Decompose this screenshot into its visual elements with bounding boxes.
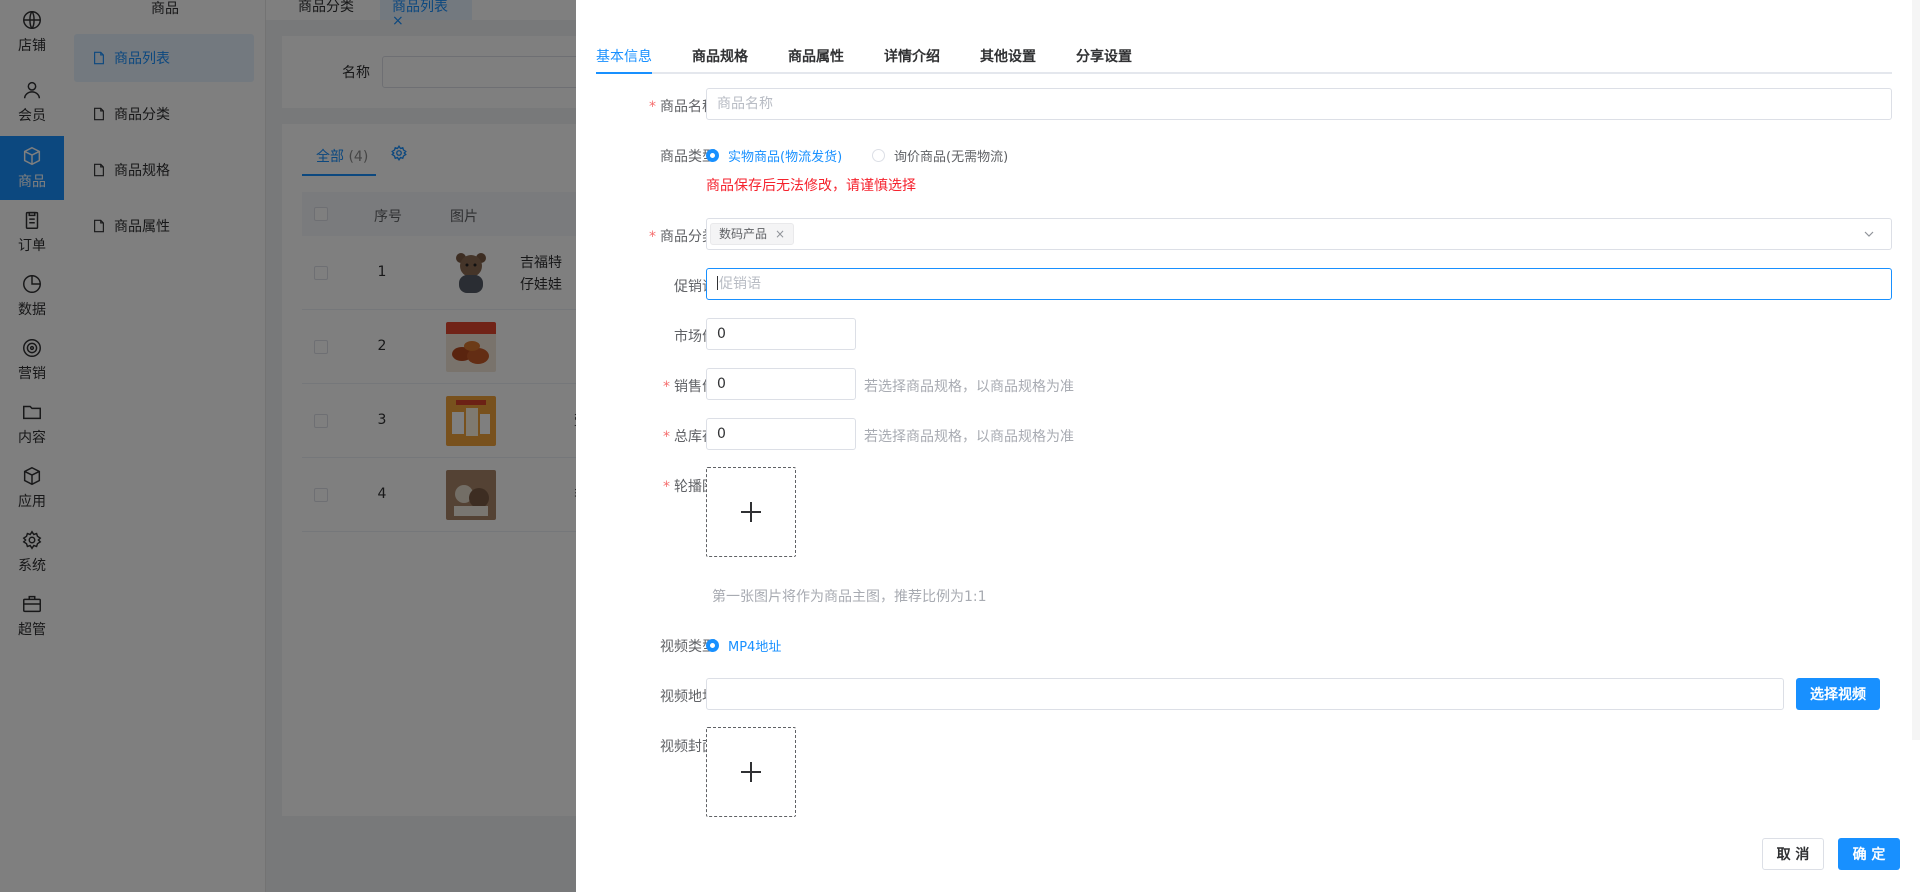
video-cover-label: 视频封面 (660, 739, 716, 755)
tab-other-settings[interactable]: 其他设置 (980, 46, 1036, 74)
radio-dot (706, 639, 719, 652)
select-video-button[interactable]: 选择视频 (1796, 678, 1880, 710)
required-mark: * (663, 429, 670, 445)
radio-label: 实物商品(物流发货) (728, 150, 843, 165)
sale-price-hint: 若选择商品规格，以商品规格为准 (864, 379, 1074, 395)
market-price-input[interactable]: 0 (706, 318, 856, 350)
product-name-label: * 商品名称 (596, 96, 716, 116)
tab-detail-intro[interactable]: 详情介绍 (884, 46, 940, 74)
confirm-button[interactable]: 确 定 (1838, 838, 1900, 870)
product-edit-drawer: 基本信息 商品规格 商品属性 详情介绍 其他设置 分享设置 * 商品名称 商品名称… (576, 0, 1920, 892)
stock-label: * 总库存 (596, 426, 716, 446)
promo-input[interactable]: 促销语 (706, 268, 1892, 300)
tab-product-attr[interactable]: 商品属性 (788, 46, 844, 74)
radio-physical-product[interactable]: 实物商品(物流发货) (706, 146, 842, 165)
radio-label: MP4地址 (728, 640, 782, 655)
required-mark: * (663, 479, 670, 495)
video-url-label: 视频地址 (660, 689, 716, 705)
text-caret (717, 276, 718, 290)
radio-dot (706, 149, 719, 162)
required-mark: * (649, 99, 656, 115)
carousel-hint: 第一张图片将作为商品主图，推荐比例为1:1 (712, 589, 987, 605)
drawer-tabs: 基本信息 商品规格 商品属性 详情介绍 其他设置 分享设置 (596, 36, 1892, 74)
tag-label: 数码产品 (719, 227, 768, 241)
video-url-input[interactable] (706, 678, 1784, 710)
product-name-input[interactable]: 商品名称 (706, 88, 1892, 120)
carousel-upload[interactable] (706, 467, 796, 557)
product-category-select[interactable] (706, 218, 1892, 250)
tab-active-indicator (596, 72, 652, 74)
product-type-warning: 商品保存后无法修改，请谨慎选择 (706, 178, 916, 194)
cancel-button[interactable]: 取 消 (1762, 838, 1824, 870)
sale-price-input[interactable]: 0 (706, 368, 856, 400)
video-cover-upload[interactable] (706, 727, 796, 817)
promo-placeholder: 促销语 (719, 276, 761, 292)
radio-dot (872, 149, 885, 162)
product-category-label: * 商品分类 (596, 226, 716, 246)
required-mark: * (663, 379, 670, 395)
required-mark: * (649, 229, 656, 245)
tag-close-icon[interactable]: × (775, 224, 785, 244)
chevron-down-icon[interactable] (1863, 228, 1875, 240)
category-tag: 数码产品 × (710, 223, 795, 245)
radio-mp4-url[interactable]: MP4地址 (706, 636, 781, 655)
sale-price-label: * 销售价 (596, 376, 716, 396)
product-type-label: 商品类型 (660, 149, 716, 165)
carousel-label: * 轮播图 (596, 476, 716, 496)
radio-inquiry-product[interactable]: 询价商品(无需物流) (872, 146, 1008, 165)
radio-label: 询价商品(无需物流) (894, 150, 1009, 165)
stock-input[interactable]: 0 (706, 418, 856, 450)
drawer-scrollbar[interactable] (1912, 0, 1920, 740)
tab-product-spec[interactable]: 商品规格 (692, 46, 748, 74)
tab-basic-info[interactable]: 基本信息 (596, 46, 652, 74)
tab-share-settings[interactable]: 分享设置 (1076, 46, 1132, 74)
market-price-label: 市场价 (674, 329, 716, 345)
stock-hint: 若选择商品规格，以商品规格为准 (864, 429, 1074, 445)
video-type-label: 视频类型 (660, 639, 716, 655)
plus-icon (741, 502, 761, 522)
plus-icon (741, 762, 761, 782)
promo-label: 促销语 (674, 279, 716, 295)
